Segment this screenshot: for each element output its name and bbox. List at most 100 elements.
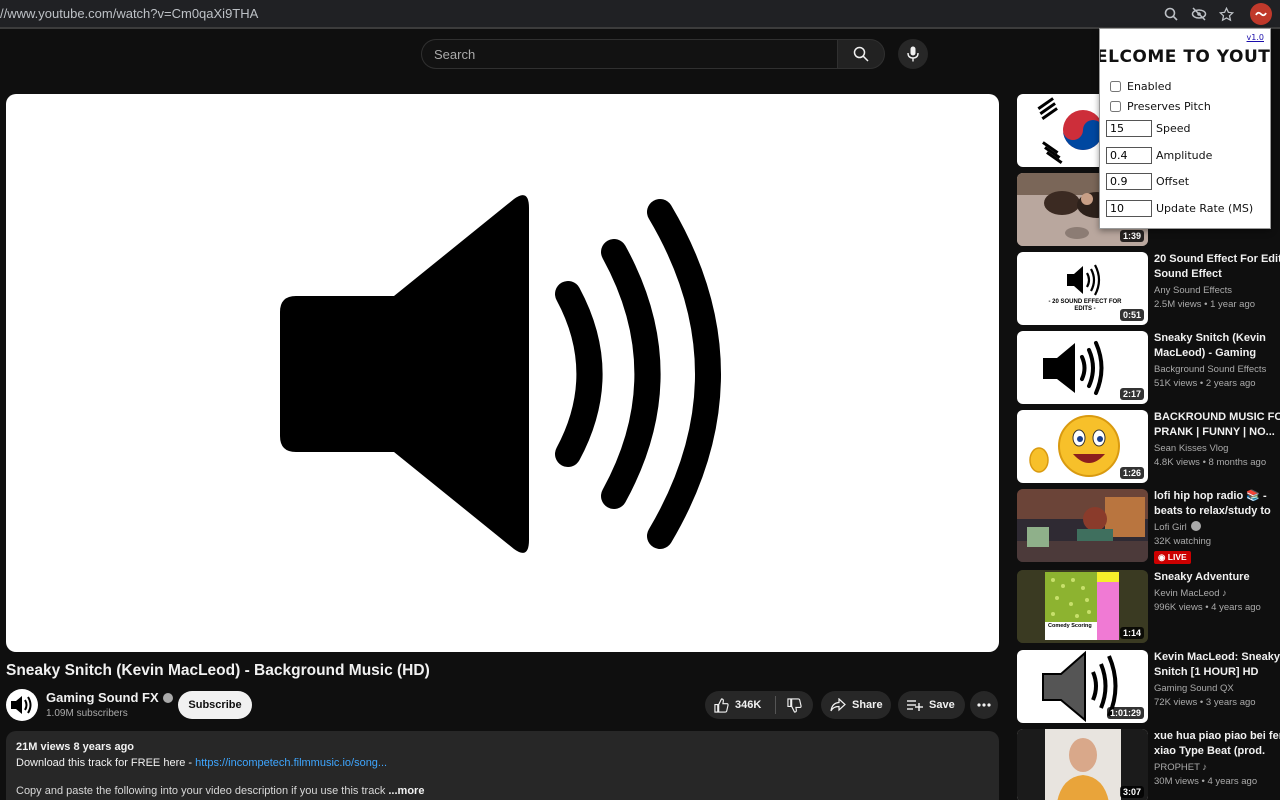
video-title[interactable]: Sneaky Adventure — [1154, 570, 1280, 585]
verified-icon — [1190, 521, 1201, 532]
like-button[interactable]: 346K — [705, 691, 775, 719]
dislike-button[interactable] — [776, 691, 813, 719]
list-item[interactable]: 1:01:29 Kevin MacLeod: Sneaky Snitch [1 … — [1017, 650, 1280, 723]
show-more-link[interactable]: ...more — [388, 785, 424, 797]
search-button[interactable] — [837, 39, 885, 69]
video-duration: 1:14 — [1119, 627, 1144, 639]
list-item[interactable]: 3:07 xue hua piao piao bei feng xiao Typ… — [1017, 729, 1280, 800]
video-thumbnail[interactable]: 1:26 — [1017, 410, 1148, 483]
video-title[interactable]: 20 Sound Effect For Edits | Sound Effect — [1154, 252, 1280, 282]
channel-name[interactable]: Any Sound Effects — [1154, 285, 1280, 296]
video-title[interactable]: BACKROUND MUSIC FOR PRANK | FUNNY | NO..… — [1154, 410, 1280, 440]
subscribe-button[interactable]: Subscribe — [178, 691, 252, 719]
save-label: Save — [929, 699, 955, 711]
video-thumbnail[interactable]: 2:17 — [1017, 331, 1148, 404]
enabled-checkbox[interactable] — [1110, 81, 1121, 92]
video-thumbnail[interactable]: Comedy Scoring 1:14 — [1017, 570, 1148, 643]
thumbs-up-icon — [714, 697, 729, 713]
save-button[interactable]: Save — [898, 691, 965, 719]
speed-row: Speed — [1106, 120, 1190, 137]
video-info: Kevin MacLeod: Sneaky Snitch [1 HOUR] HD… — [1154, 650, 1280, 708]
video-info: xue hua piao piao bei feng xiao Type Bea… — [1154, 729, 1280, 787]
amplitude-row: Amplitude — [1106, 147, 1212, 164]
verified-icon — [162, 692, 173, 703]
enabled-option[interactable]: Enabled — [1108, 80, 1171, 93]
share-label: Share — [852, 699, 883, 711]
channel-name-text: Gaming Sound FX — [46, 690, 159, 705]
video-title[interactable]: Kevin MacLeod: Sneaky Snitch [1 HOUR] HD — [1154, 650, 1280, 680]
video-info: Sneaky Snitch (Kevin MacLeod) - Gaming B… — [1154, 331, 1280, 389]
list-item[interactable]: Comedy Scoring 1:14 Sneaky Adventure Kev… — [1017, 570, 1280, 643]
view-count-date: 51K views • 2 years ago — [1154, 378, 1256, 389]
share-icon — [830, 698, 846, 712]
channel-name[interactable]: Gaming Sound FX — [46, 690, 173, 705]
video-info: Sneaky Adventure Kevin MacLeod ♪ 996K vi… — [1154, 570, 1280, 613]
eye-off-icon[interactable] — [1189, 4, 1209, 24]
video-thumbnail[interactable] — [1017, 489, 1148, 562]
channel-name[interactable]: Background Sound Effects — [1154, 364, 1280, 375]
description-text: Download this track for FREE here - — [16, 757, 196, 769]
thumbs-down-icon — [787, 697, 802, 713]
channel-name-text: Lofi Girl — [1154, 522, 1187, 533]
view-count-date: 72K views • 3 years ago — [1154, 697, 1256, 708]
search-icon — [853, 46, 869, 62]
video-description[interactable]: 21M views 8 years ago Download this trac… — [6, 731, 999, 800]
description-line: Copy and paste the following into your v… — [16, 785, 989, 797]
video-duration: 1:01:29 — [1106, 707, 1144, 719]
video-title[interactable]: Sneaky Snitch (Kevin MacLeod) - Gaming B… — [1154, 331, 1280, 361]
version-link[interactable]: v1.0 — [1247, 33, 1264, 42]
preserves-pitch-option[interactable]: Preserves Pitch — [1108, 100, 1211, 113]
voice-search-button[interactable] — [898, 39, 928, 69]
description-line: Download this track for FREE here - http… — [16, 757, 989, 769]
list-item[interactable]: lofi hip hop radio 📚 - beats to relax/st… — [1017, 489, 1280, 564]
like-count: 346K — [735, 699, 762, 711]
view-count-date: 21M views 8 years ago — [16, 741, 135, 753]
amplitude-label: Amplitude — [1156, 149, 1213, 162]
bookmark-star-icon[interactable] — [1216, 4, 1236, 24]
video-title[interactable]: xue hua piao piao bei feng xiao Type Bea… — [1154, 729, 1280, 759]
view-count-date: 32K watching — [1154, 536, 1212, 547]
live-badge: ◉ LIVE — [1154, 551, 1191, 564]
video-player[interactable] — [6, 94, 999, 652]
video-thumbnail[interactable]: - 20 SOUND EFFECT FOR EDITS - 0:51 — [1017, 252, 1148, 325]
preserves-pitch-checkbox[interactable] — [1110, 101, 1121, 112]
offset-input[interactable] — [1106, 173, 1152, 190]
share-button[interactable]: Share — [821, 691, 891, 719]
video-duration: 3:07 — [1119, 786, 1144, 798]
extension-icon[interactable] — [1250, 3, 1272, 25]
live-label: LIVE — [1167, 552, 1187, 562]
offset-row: Offset — [1106, 173, 1189, 190]
channel-name-text: Kevin MacLeod — [1154, 588, 1220, 599]
video-duration: 1:39 — [1119, 230, 1144, 242]
video-thumbnail[interactable]: 1:01:29 — [1017, 650, 1148, 723]
thumbnail-caption: Comedy Scoring — [1048, 623, 1092, 629]
address-bar[interactable]: //www.youtube.com/watch?v=Cm0qaXi9THA — [0, 6, 258, 21]
channel-name[interactable]: Gaming Sound QX — [1154, 683, 1280, 694]
channel-name[interactable]: Kevin MacLeod ♪ — [1154, 588, 1280, 599]
avatar[interactable] — [6, 689, 38, 721]
channel-name[interactable]: Sean Kisses Vlog — [1154, 443, 1280, 454]
list-item[interactable]: 2:17 Sneaky Snitch (Kevin MacLeod) - Gam… — [1017, 331, 1280, 404]
offset-label: Offset — [1156, 175, 1190, 188]
list-item[interactable]: 1:26 BACKROUND MUSIC FOR PRANK | FUNNY |… — [1017, 410, 1280, 483]
video-thumbnail[interactable]: 3:07 — [1017, 729, 1148, 800]
video-info: 20 Sound Effect For Edits | Sound Effect… — [1154, 252, 1280, 310]
zoom-icon[interactable] — [1161, 4, 1181, 24]
view-count-date: 2.5M views • 1 year ago — [1154, 299, 1256, 310]
extension-popup: v1.0 ELCOME TO YOUTWO Enabled Preserves … — [1099, 28, 1271, 229]
video-title: Sneaky Snitch (Kevin MacLeod) - Backgrou… — [6, 662, 430, 679]
more-actions-button[interactable] — [970, 691, 998, 719]
channel-name[interactable]: Lofi Girl — [1154, 521, 1280, 533]
description-link[interactable]: https://incompetech.filmmusic.io/song... — [195, 757, 387, 769]
search-input[interactable] — [421, 39, 838, 69]
update-rate-input[interactable] — [1106, 200, 1152, 217]
speed-input[interactable] — [1106, 120, 1152, 137]
video-title[interactable]: lofi hip hop radio 📚 - beats to relax/st… — [1154, 489, 1280, 519]
music-note-icon: ♪ — [1222, 588, 1227, 599]
popup-heading: ELCOME TO YOUTWO — [1099, 47, 1271, 67]
channel-name[interactable]: PROPHET ♪ — [1154, 762, 1280, 773]
more-horizontal-icon — [977, 703, 991, 707]
amplitude-input[interactable] — [1106, 147, 1152, 164]
list-item[interactable]: - 20 SOUND EFFECT FOR EDITS - 0:51 20 So… — [1017, 252, 1280, 325]
view-count-date: 30M views • 4 years ago — [1154, 776, 1258, 787]
